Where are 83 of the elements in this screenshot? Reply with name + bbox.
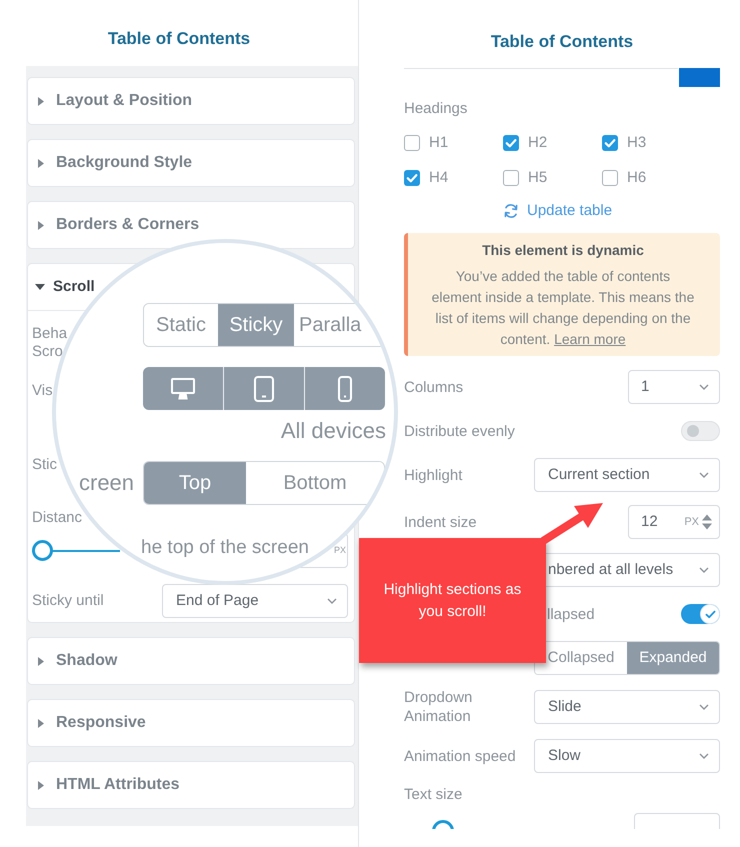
accordion-header[interactable]: Shadow — [27, 637, 355, 685]
chevron-down-icon — [699, 567, 709, 573]
update-table-link[interactable]: Update table — [503, 201, 612, 221]
field-label: llapsed — [547, 604, 595, 624]
panel-title: Table of Contents — [490, 31, 634, 53]
caret-right-icon — [38, 780, 44, 790]
checkbox[interactable] — [602, 170, 618, 186]
segment-option[interactable]: Expanded — [627, 642, 719, 674]
checkbox-label: H1 — [429, 134, 448, 152]
dropdown[interactable]: Slow — [534, 739, 720, 773]
field-label: Sticky until — [32, 592, 104, 610]
phone-icon — [338, 376, 352, 402]
chevron-down-icon — [699, 472, 709, 478]
spinner-icon[interactable] — [702, 514, 712, 530]
caption: All devices — [280, 418, 386, 444]
field-value: 12 — [641, 512, 658, 532]
chevron-down-icon — [699, 704, 709, 710]
accordion-header[interactable]: HTML Attributes — [27, 761, 355, 809]
chevron-down-icon — [699, 384, 709, 390]
accordion-header[interactable]: Borders & Corners — [27, 201, 355, 249]
checkbox-label: H3 — [627, 134, 646, 152]
tablet-icon — [254, 376, 274, 402]
checkbox-label: H5 — [528, 169, 548, 187]
notice-text: You’ve added the table of contents element inside a template. This means the list of items will change depending on the content. Learn more — [432, 267, 694, 349]
number-field[interactable]: 12 PX — [628, 505, 720, 539]
field-label: Vis — [32, 382, 53, 400]
callout-tooltip: Highlight sections as you scroll! — [359, 538, 546, 663]
number-field[interactable] — [634, 813, 720, 829]
unit-label: PX — [334, 544, 346, 557]
dropdown[interactable]: 1 — [628, 370, 720, 404]
refresh-icon — [503, 203, 519, 219]
caret-right-icon — [38, 158, 44, 168]
caret-down-icon — [35, 284, 45, 290]
field-label: Distribute evenly — [404, 422, 515, 440]
unit-label: PX — [684, 514, 699, 530]
checkbox[interactable] — [404, 135, 420, 151]
toggle-switch[interactable] — [681, 421, 720, 441]
toggle-switch[interactable] — [681, 604, 720, 624]
field-label: Beha Scro — [32, 325, 68, 361]
dropdown[interactable]: Current section — [534, 458, 720, 492]
accordion-header[interactable]: Responsive — [27, 699, 355, 747]
checkbox[interactable] — [503, 170, 519, 186]
desktop-icon — [171, 378, 195, 400]
checkbox-label: H2 — [528, 134, 548, 152]
checkbox-label: H4 — [429, 169, 448, 187]
field-label: Animation speed — [404, 746, 516, 766]
notice-title: This element is dynamic — [482, 241, 644, 259]
device-button[interactable] — [304, 367, 385, 410]
slider-thumb[interactable] — [32, 540, 53, 561]
field-label: Text size — [404, 786, 462, 804]
field-label: Indent size — [404, 512, 477, 532]
checkbox-label: H6 — [627, 169, 646, 187]
accordion-header[interactable]: Layout & Position — [27, 77, 355, 125]
device-button[interactable] — [223, 367, 304, 410]
dropdown[interactable]: End of Page — [162, 584, 348, 618]
slider-thumb[interactable] — [432, 820, 454, 829]
field-label: creen — [79, 470, 134, 496]
checkbox[interactable] — [602, 135, 618, 151]
dropdown[interactable]: Slide — [534, 690, 720, 724]
chevron-down-icon — [699, 753, 709, 759]
panel-title: Table of Contents — [108, 28, 250, 50]
color-swatch[interactable] — [679, 68, 720, 87]
learn-more-link[interactable]: Learn more — [554, 331, 626, 347]
caret-right-icon — [38, 220, 44, 230]
checkbox[interactable] — [503, 135, 519, 151]
caret-right-icon — [38, 96, 44, 106]
callout-arrow — [540, 503, 603, 544]
caret-right-icon — [38, 656, 44, 666]
section-label: Headings — [404, 100, 468, 118]
field-label: Highlight — [404, 466, 462, 484]
chevron-down-icon — [327, 598, 337, 604]
field-label: Columns — [404, 378, 464, 396]
accordion-header[interactable]: Background Style — [27, 139, 355, 187]
field-label: Stic — [32, 456, 58, 474]
field-label: Dropdown Animation — [404, 688, 474, 726]
segment-option[interactable]: Top — [144, 462, 246, 504]
caret-right-icon — [38, 718, 44, 728]
segment-option[interactable]: Sticky — [218, 304, 294, 346]
checkbox[interactable] — [404, 170, 420, 186]
check-icon — [704, 610, 716, 618]
field-label: Distanc — [32, 509, 82, 527]
device-button[interactable] — [143, 367, 223, 410]
caption: he top of the screen — [141, 536, 309, 560]
